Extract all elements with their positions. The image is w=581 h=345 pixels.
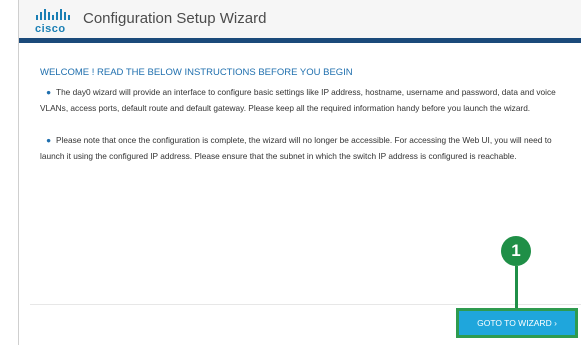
instruction-text: Please note that once the configuration … <box>40 135 552 161</box>
bullet-icon: ● <box>46 87 52 97</box>
header-accent-bar <box>19 38 581 43</box>
cisco-logo: cisco <box>35 9 75 35</box>
logo-text: cisco <box>35 23 66 35</box>
page-frame <box>18 0 581 345</box>
instruction-text: The day0 wizard will provide an interfac… <box>40 87 556 113</box>
footer-divider <box>30 304 581 305</box>
callout-badge: 1 <box>501 236 531 266</box>
instruction-paragraph: ● The day0 wizard will provide an interfa… <box>40 84 575 116</box>
instruction-paragraph: ● Please note that once the configuration… <box>40 132 575 164</box>
bullet-icon: ● <box>46 135 52 145</box>
page-title: Configuration Setup Wizard <box>83 10 267 27</box>
callout-line <box>515 266 518 310</box>
welcome-heading: WELCOME ! READ THE BELOW INSTRUCTIONS BE… <box>40 67 353 78</box>
cisco-logo-icon <box>36 9 70 20</box>
header: cisco Configuration Setup Wizard <box>19 0 581 38</box>
goto-wizard-button[interactable]: GOTO TO WIZARD › <box>459 311 575 335</box>
